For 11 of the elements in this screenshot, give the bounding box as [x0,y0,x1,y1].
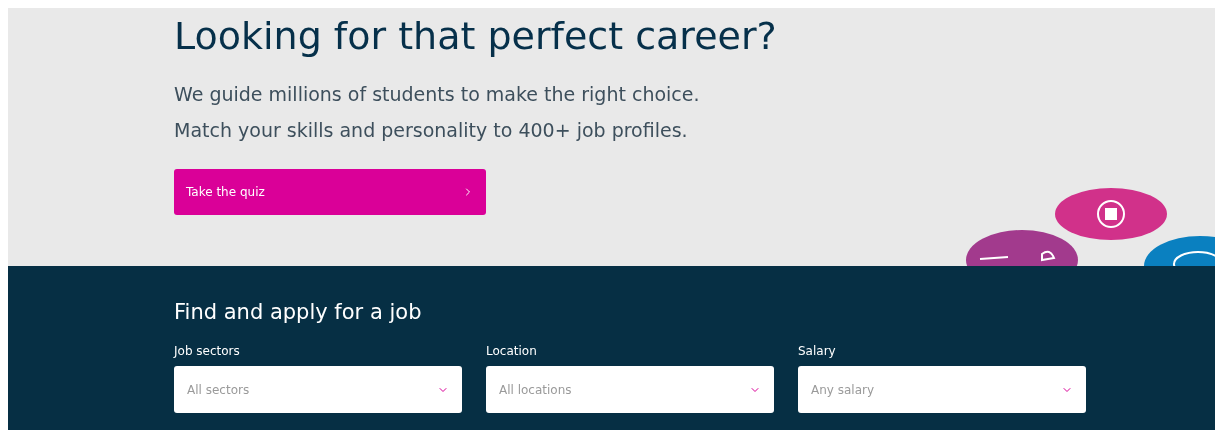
hero-subtitle: We guide millions of students to make the right choice. [174,82,701,107]
field-label: Job sectors [174,343,241,359]
select-field[interactable]: Any salary [798,366,1086,413]
hero-subtitle: Match your skills and personality to 400+ job profiles. [174,118,689,143]
hero-title: Looking for that perfect career? [174,13,778,60]
quiz-button[interactable]: Take the quiz [174,169,486,215]
field-label: Location [486,343,538,359]
search-title: Find and apply for a job [174,299,423,326]
select-field[interactable]: All locations [486,366,774,413]
field-label: Salary [798,343,837,359]
select-field[interactable]: All sectors [174,366,462,413]
